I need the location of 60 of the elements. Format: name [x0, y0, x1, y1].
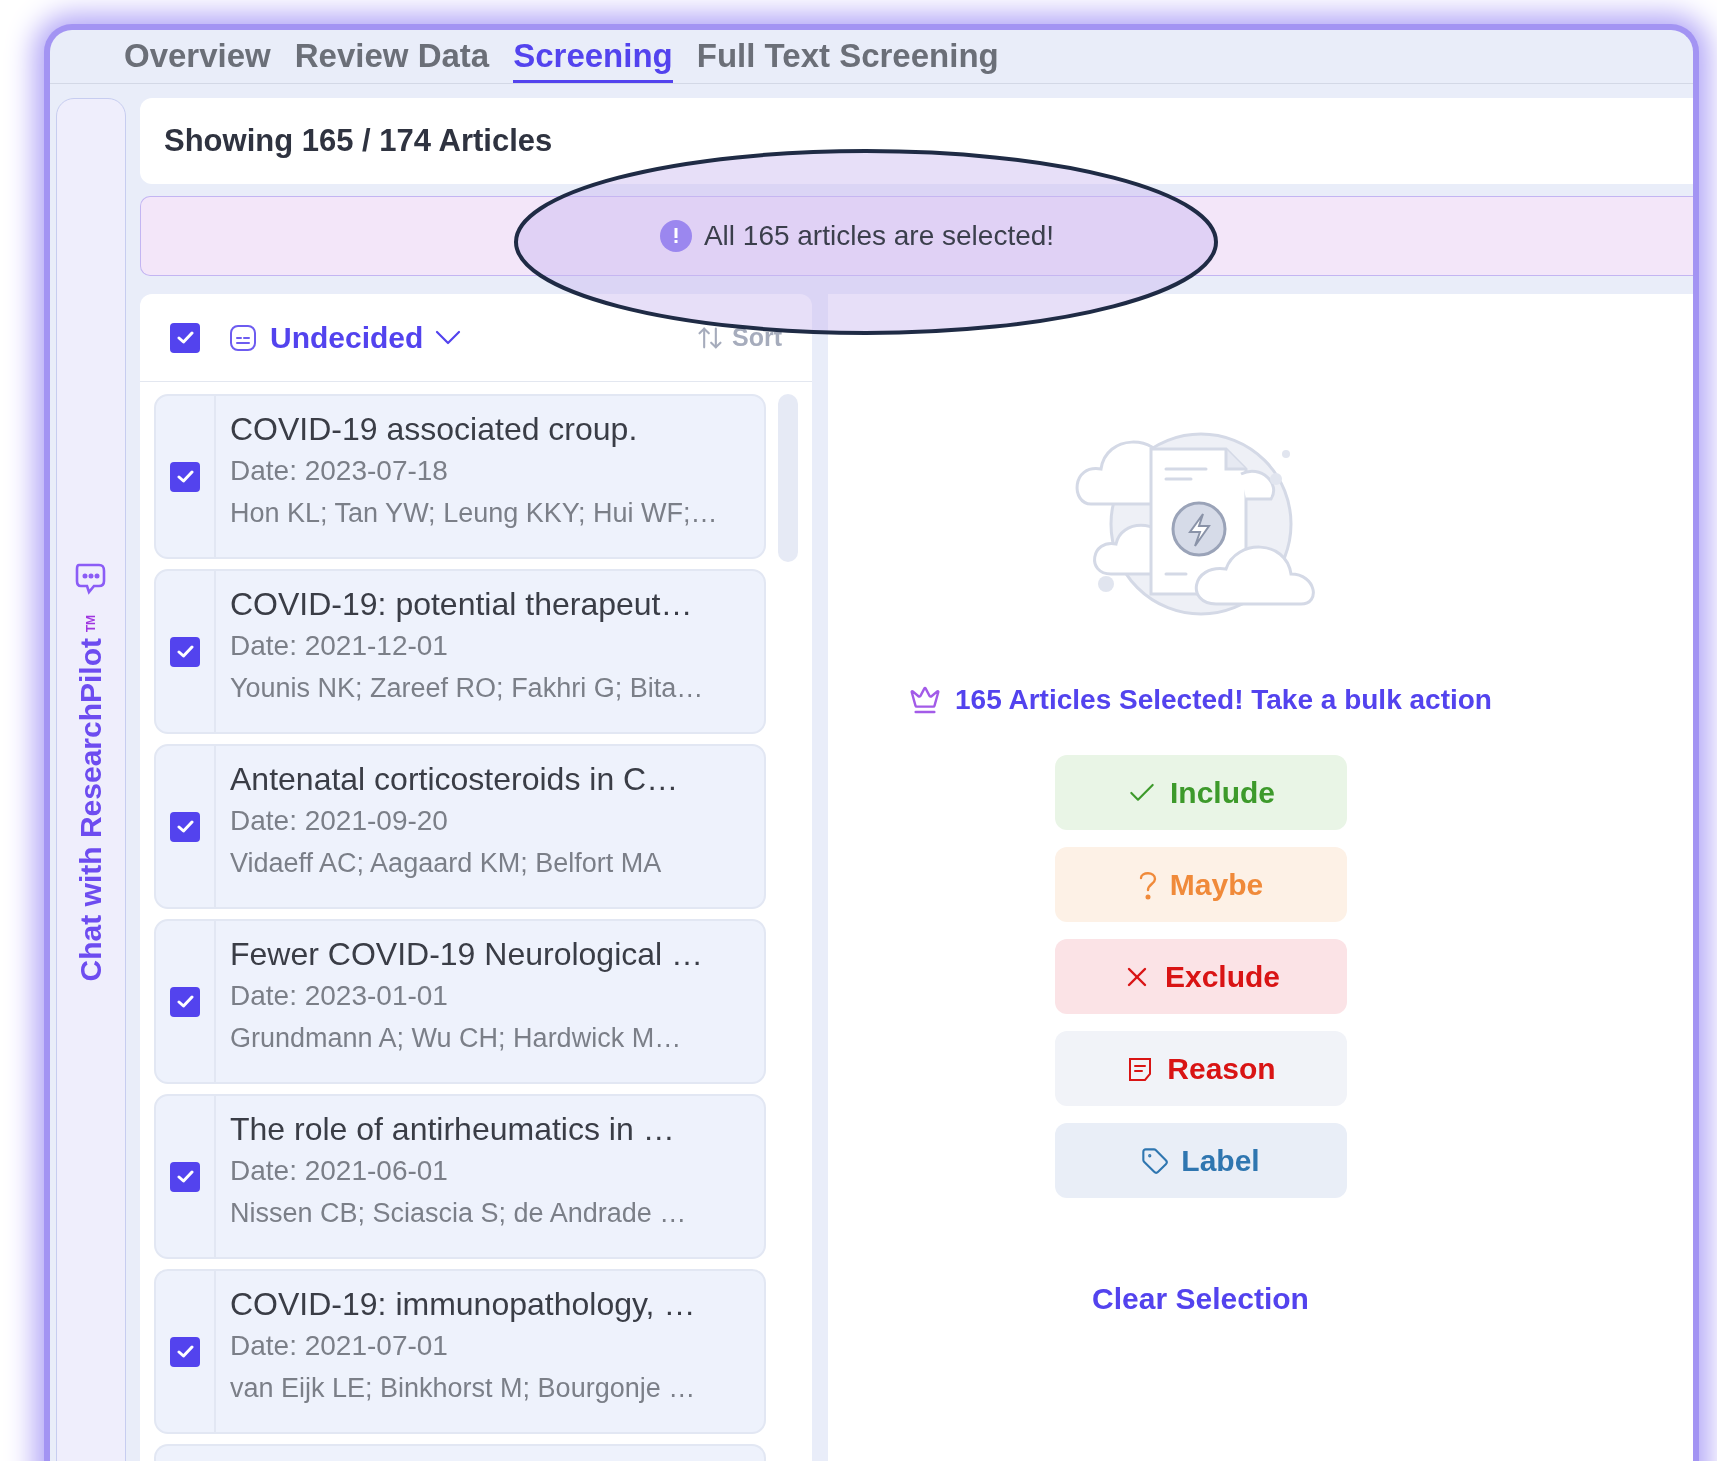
article-count-title: Showing 165 / 174 Articles — [164, 121, 553, 160]
article-authors: Nissen CB; Sciascia S; de Andrade … — [230, 1197, 687, 1230]
article-card[interactable]: COVID-19: potential therapeut… Date: 2021-12-01 Younis NK; Zareef RO; Fakhri G; Bita… — [154, 569, 766, 734]
checkbox[interactable] — [170, 986, 200, 1017]
checkmark-icon — [176, 331, 194, 344]
tab[interactable]: Screening — [513, 36, 673, 83]
bulk-action-button[interactable]: Exclude — [1054, 939, 1347, 1014]
article-title: COVID-19: immunopathology, … — [230, 1285, 696, 1324]
article-title: Antenatal corticosteroids in C… — [230, 760, 679, 799]
article-date: Date: 2021-07-01 — [230, 1329, 449, 1363]
article-authors: Grundmann A; Wu CH; Hardwick M… — [230, 1022, 683, 1055]
clear-selection-link[interactable]: Clear Selection — [1092, 1276, 1309, 1321]
bulk-action-button[interactable]: Label — [1054, 1123, 1347, 1198]
article-card[interactable]: Antenatal corticosteroids in C… Date: 2021-09-20 Vidaeff AC; Aagaard KM; Belfort MA — [154, 744, 766, 909]
filter-dropdown[interactable]: Undecided — [228, 315, 462, 360]
tab[interactable]: Review Data — [294, 36, 490, 83]
article-card[interactable]: The role of antirheumatics in … Date: 2021-06-01 Nissen CB; Sciascia S; de Andrade … — [154, 1094, 766, 1259]
checkmark-icon — [176, 470, 194, 483]
article-date: Date: 2021-12-01 — [230, 629, 449, 663]
checkmark-icon — [176, 820, 194, 833]
checkbox[interactable] — [170, 461, 200, 492]
article-title: The role of antirheumatics in … — [230, 1110, 676, 1149]
tab[interactable]: Full Text Screening — [696, 36, 999, 83]
article-authors: Younis NK; Zareef RO; Fakhri G; Bita… — [230, 672, 704, 705]
bulk-message: 165 Articles Selected! Take a bulk action — [955, 683, 1492, 717]
article-title: COVID-19: potential therapeut… — [230, 585, 694, 624]
trademark-label: TM — [85, 615, 97, 633]
selection-message: All 165 articles are selected! — [703, 219, 1055, 253]
article-date: Date: 2021-06-01 — [230, 1154, 449, 1188]
tag-icon — [1141, 1146, 1170, 1175]
chat-sidebar[interactable]: TM Chat with ResearchPilot — [56, 98, 126, 1461]
checkbox[interactable] — [170, 1161, 200, 1192]
bulk-action-button[interactable]: Include — [1054, 755, 1347, 830]
chat-label[interactable]: Chat with ResearchPilot — [76, 638, 106, 982]
article-authors: van Eijk LE; Binkhorst M; Bourgonje … — [230, 1372, 696, 1405]
article-date: Date: 2023-01-01 — [230, 979, 449, 1013]
crown-icon — [909, 684, 942, 716]
article-date: Date: 2023-07-18 — [230, 454, 449, 488]
checkmark-icon — [176, 995, 194, 1008]
article-card[interactable]: Fewer COVID-19 Neurological … Date: 2023-01-01 Grundmann A; Wu CH; Hardwick M… — [154, 919, 766, 1084]
checkbox[interactable] — [170, 811, 200, 842]
article-date: Date: 2021-09-20 — [230, 804, 449, 838]
checkmark-icon — [176, 1345, 194, 1358]
checkbox[interactable] — [170, 322, 200, 353]
list-icon — [228, 322, 258, 353]
bulk-action-button[interactable]: Reason — [1054, 1031, 1347, 1106]
article-title: Fewer COVID-19 Neurological … — [230, 935, 704, 974]
checkbox[interactable] — [170, 1336, 200, 1367]
scrollbar-thumb[interactable] — [778, 394, 798, 562]
article-title: COVID-19 associated croup. — [230, 410, 639, 449]
checkmark-icon — [176, 645, 194, 658]
tab[interactable]: Overview — [124, 36, 271, 83]
info-icon — [659, 220, 692, 252]
checkmark-icon — [176, 1170, 194, 1183]
checkbox[interactable] — [170, 636, 200, 667]
article-card[interactable]: COVID-19: immunopathology, … Date: 2021-07-01 van Eijk LE; Binkhorst M; Bourgonje … — [154, 1269, 766, 1434]
article-authors: Vidaeff AC; Aagaard KM; Belfort MA — [230, 847, 663, 880]
article-authors: Hon KL; Tan YW; Leung KKY; Hui WF;… — [230, 497, 718, 530]
chevron-down-icon — [435, 330, 462, 345]
article-card[interactable]: COVID-19 associated croup. Date: 2023-07-18 Hon KL; Tan YW; Leung KKY; Hui WF;… — [154, 394, 766, 559]
